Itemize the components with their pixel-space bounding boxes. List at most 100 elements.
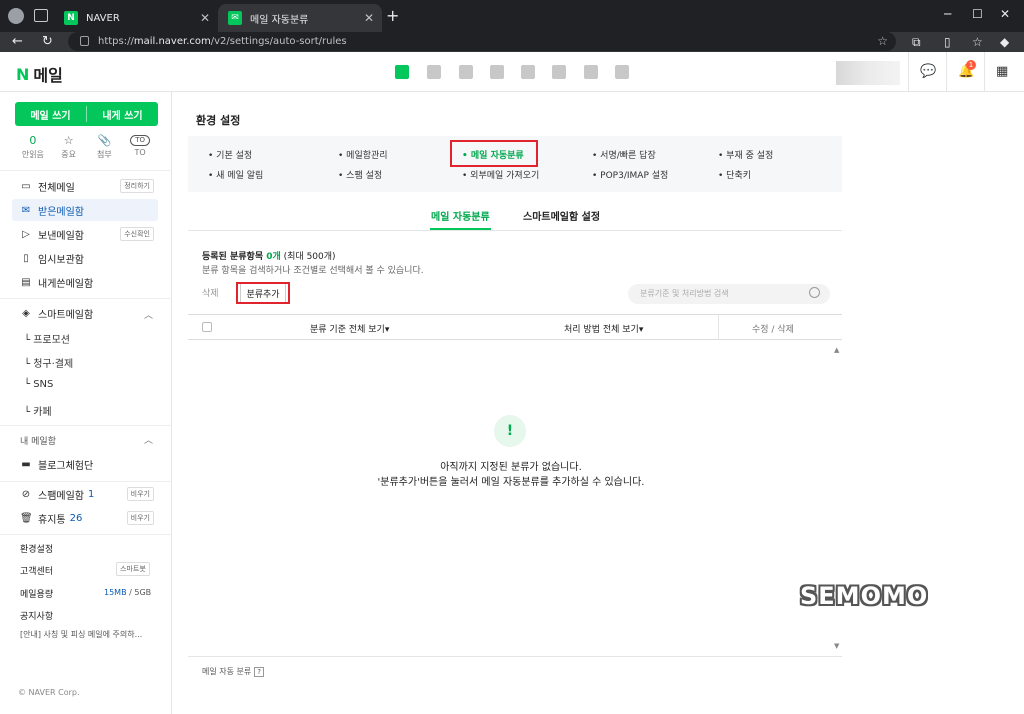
chevron-up-icon[interactable]: ︿ [144, 433, 153, 446]
folder-sent[interactable]: ▷ 보낸메일함 수신확인 [12, 223, 158, 245]
folder-label: 임시보관함 [38, 254, 84, 266]
chat-icon[interactable]: 💬 [920, 64, 936, 79]
tab-auto-sort[interactable]: 메일 자동분류 [431, 208, 490, 223]
read-receipt-button[interactable]: 수신확인 [120, 227, 154, 241]
tab-title: 메일 자동분류 [250, 14, 309, 26]
smart-item-promotion[interactable]: └ 프로모션 [24, 331, 70, 346]
mybox-service-icon[interactable] [521, 65, 535, 79]
smart-item-cafe[interactable]: └ 카페 [24, 403, 52, 418]
browser-tab-mail[interactable]: ✉ 메일 자동분류 ✕ [218, 4, 382, 32]
favorites-icon[interactable]: ☆ [972, 35, 983, 49]
folder-label: 내게쓴메일함 [38, 278, 94, 290]
tab-title: NAVER [86, 12, 120, 24]
profile-area[interactable] [836, 61, 900, 85]
folder-label: 블로그체험단 [38, 460, 94, 472]
folder-inbox[interactable]: ✉ 받은메일함 [12, 199, 158, 221]
quick-attachment[interactable]: 📎 첨부 [87, 134, 123, 160]
self-compose-button[interactable]: 내게 쓰기 [87, 102, 158, 126]
settings-link-basic[interactable]: • 기본 설정 [208, 148, 252, 161]
inbox-icon: ✉ [21, 204, 31, 216]
help-icon[interactable]: ? [254, 667, 264, 677]
chevron-up-icon[interactable]: ︿ [144, 308, 153, 321]
delete-button[interactable]: 삭제 [202, 286, 219, 299]
organize-button[interactable]: 정리하기 [120, 179, 154, 193]
wallet-service-icon[interactable] [584, 65, 598, 79]
new-tab-icon[interactable]: + [386, 6, 399, 25]
highlight-box [236, 282, 290, 304]
browser-titlebar: N NAVER ✕ ✉ 메일 자동분류 ✕ + ─ ☐ ✕ [0, 0, 1024, 32]
settings-link-mailbox[interactable]: • 메일함관리 [338, 148, 388, 161]
quick-unread[interactable]: 0 안읽음 [15, 134, 51, 160]
notice-label[interactable]: 공지사항 [20, 609, 53, 622]
bookmark-star-icon[interactable]: ☆ [877, 32, 888, 51]
close-window-icon[interactable]: ✕ [1000, 7, 1010, 21]
folder-all-mail[interactable]: ▭ 전체메일 정리하기 [12, 175, 158, 197]
browser-tab-naver[interactable]: N NAVER ✕ [54, 4, 218, 32]
photo-service-icon[interactable] [459, 65, 473, 79]
all-mail-icon: ▭ [21, 180, 31, 192]
notice-text[interactable]: [안내] 사칭 및 피싱 메일에 주의하... [20, 629, 142, 640]
copilot-icon[interactable]: ◆ [1000, 35, 1009, 49]
memo-service-icon[interactable] [552, 65, 566, 79]
criteria-filter-dropdown[interactable]: 분류 기준 전체 보기▾ [310, 322, 389, 335]
my-mailbox-header[interactable]: 내 메일함 [20, 434, 56, 447]
footer-label: 메일 자동 분류? [202, 666, 264, 677]
action-filter-dropdown[interactable]: 처리 방법 전체 보기▾ [564, 322, 643, 335]
folder-drafts[interactable]: ▯ 임시보관함 [12, 247, 158, 269]
bookmark-service-icon[interactable] [615, 65, 629, 79]
trash-icon: 🗑 [20, 512, 33, 524]
tab-actions-icon[interactable] [34, 9, 48, 22]
scroll-down-icon[interactable]: ▼ [834, 642, 839, 650]
rule-search-input[interactable]: 분류기준 및 처리방법 검색 [628, 284, 830, 304]
folder-to-myself[interactable]: ▤ 내게쓴메일함 [12, 271, 158, 293]
compose-button[interactable]: 메일 쓰기 [15, 102, 86, 126]
profile-avatar-icon[interactable] [8, 8, 24, 24]
folder-blog[interactable]: ▬ 블로그체험단 [12, 453, 158, 475]
tab-smart-mailbox[interactable]: 스마트메일함 설정 [523, 208, 600, 223]
empty-spam-button[interactable]: 비우기 [126, 487, 154, 501]
unread-count: 0 [29, 134, 37, 147]
contacts-service-icon[interactable] [490, 65, 504, 79]
lock-icon [80, 36, 89, 46]
extensions-icon[interactable]: ⧉ [912, 35, 921, 50]
smart-mailbox-header[interactable]: ◈ 스마트메일함 [12, 302, 158, 324]
settings-link[interactable]: 환경설정 [20, 542, 53, 555]
settings-link-pop3-imap[interactable]: • POP3/IMAP 설정 [592, 168, 668, 181]
mail-service-icon[interactable] [395, 65, 409, 79]
reload-icon[interactable]: ↻ [42, 34, 53, 49]
back-icon[interactable]: ← [12, 34, 23, 49]
main-content: 환경 설정 • 기본 설정 • 메일함관리 • 메일 자동분류 • 서명/빠른 … [172, 92, 1024, 714]
naver-mail-logo[interactable]: N 메일 [16, 62, 63, 86]
scroll-up-icon[interactable]: ▲ [834, 346, 839, 354]
minimize-icon[interactable]: ─ [944, 7, 951, 21]
settings-link-shortcuts[interactable]: • 단축키 [718, 168, 751, 181]
smartbot-button[interactable]: 스마트봇 [116, 562, 150, 576]
folder-label: 스팸메일함 [38, 490, 84, 502]
close-tab-icon[interactable]: ✕ [364, 11, 374, 25]
quick-to-me[interactable]: TO TO [122, 134, 158, 160]
info-icon: ! [494, 415, 526, 447]
header-divider [984, 52, 985, 92]
quick-important[interactable]: ☆ 중요 [51, 134, 87, 160]
apps-grid-icon[interactable]: ▦ [996, 64, 1008, 79]
settings-link-notification[interactable]: • 새 메일 알림 [208, 168, 263, 181]
split-screen-icon[interactable]: ▯ [944, 35, 951, 49]
calendar-service-icon[interactable] [427, 65, 441, 79]
column-divider [718, 315, 719, 340]
settings-link-external-mail[interactable]: • 외부메일 가져오기 [462, 168, 539, 181]
smart-item-sns[interactable]: └ SNS [24, 379, 53, 390]
maximize-icon[interactable]: ☐ [972, 7, 983, 21]
folder-spam[interactable]: ⊘ 스팸메일함 1 비우기 [12, 483, 158, 505]
search-icon[interactable] [809, 287, 820, 298]
select-all-checkbox[interactable] [202, 322, 212, 332]
settings-link-spam[interactable]: • 스팸 설정 [338, 168, 382, 181]
settings-link-absence[interactable]: • 부재 중 설정 [718, 148, 773, 161]
empty-trash-button[interactable]: 비우기 [126, 511, 154, 525]
folder-trash[interactable]: 🗑 휴지통 26 비우기 [12, 507, 158, 529]
settings-link-signature[interactable]: • 서명/빠른 답장 [592, 148, 656, 161]
smart-item-billing[interactable]: └ 청구·결제 [24, 355, 73, 370]
close-tab-icon[interactable]: ✕ [200, 11, 210, 25]
support-link[interactable]: 고객센터 [20, 564, 53, 577]
header-divider [908, 52, 909, 92]
url-bar[interactable]: https://mail.naver.com/v2/settings/auto-… [68, 32, 896, 51]
